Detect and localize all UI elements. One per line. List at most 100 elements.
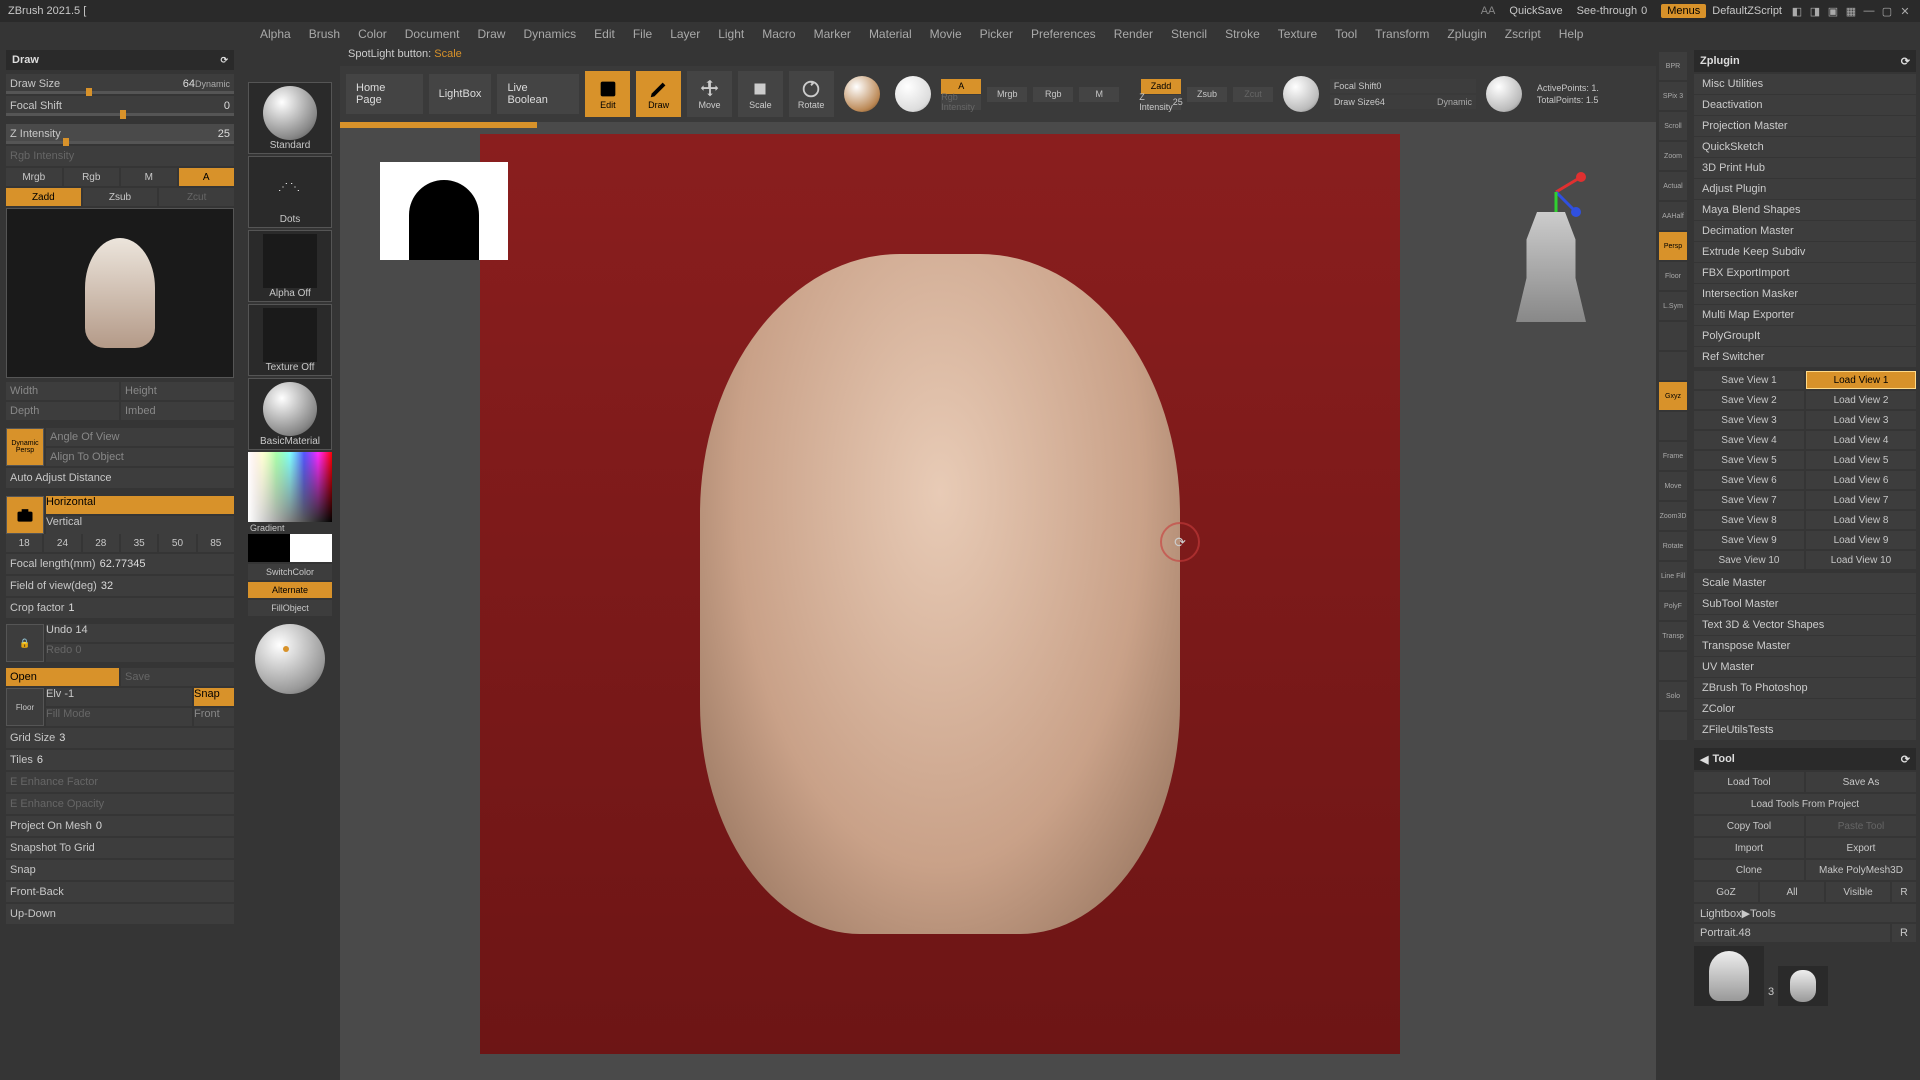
strip-aahalf[interactable]: AAHalf bbox=[1659, 202, 1687, 230]
alpha-selector[interactable]: Alpha Off bbox=[248, 230, 332, 302]
snap-btn[interactable]: Snap bbox=[194, 688, 234, 706]
strip-rotate[interactable]: Rotate bbox=[1659, 532, 1687, 560]
close-icon[interactable]: ✕ bbox=[1898, 4, 1912, 18]
menu-transform[interactable]: Transform bbox=[1375, 27, 1429, 41]
menu-preferences[interactable]: Preferences bbox=[1031, 27, 1096, 41]
lens-50[interactable]: 50 bbox=[159, 534, 195, 552]
focal-draw-sliders[interactable]: Focal Shift 0 Draw Size 64Dynamic bbox=[1330, 71, 1476, 117]
brush-selector[interactable]: Standard bbox=[248, 82, 332, 154]
strip-move[interactable]: Move bbox=[1659, 472, 1687, 500]
load-tool[interactable]: Load Tool bbox=[1694, 772, 1804, 792]
draw-size-slider[interactable]: Draw Size64Dynamic bbox=[6, 74, 234, 94]
strip-spix-3[interactable]: SPix 3 bbox=[1659, 82, 1687, 110]
strip-btn22[interactable] bbox=[1659, 712, 1687, 740]
rgb-button[interactable]: Rgb bbox=[64, 168, 120, 186]
zplugin-decimation-master[interactable]: Decimation Master bbox=[1694, 221, 1916, 241]
angle-of-view[interactable]: Angle Of View bbox=[46, 428, 234, 446]
save-view-7[interactable]: Save View 7 bbox=[1694, 491, 1804, 509]
dynamic-persp-button[interactable]: DynamicPersp bbox=[6, 428, 44, 466]
undo-button[interactable]: Undo 14 bbox=[46, 624, 234, 642]
save-view-10[interactable]: Save View 10 bbox=[1694, 551, 1804, 569]
floor-icon[interactable]: Floor bbox=[6, 688, 44, 726]
strip-persp[interactable]: Persp bbox=[1659, 232, 1687, 260]
zplugin-quicksketch[interactable]: QuickSketch bbox=[1694, 137, 1916, 157]
enhance-opacity[interactable]: E Enhance Opacity bbox=[6, 794, 234, 814]
zcut-toggle[interactable]: Zcut bbox=[1233, 87, 1273, 102]
save-view-9[interactable]: Save View 9 bbox=[1694, 531, 1804, 549]
save-as[interactable]: Save As bbox=[1806, 772, 1916, 792]
strip-line-fill[interactable]: Line Fill bbox=[1659, 562, 1687, 590]
zplugin-zcolor[interactable]: ZColor bbox=[1694, 699, 1916, 719]
load-view-10[interactable]: Load View 10 bbox=[1806, 551, 1916, 569]
strip-actual[interactable]: Actual bbox=[1659, 172, 1687, 200]
zint-mini[interactable]: Z Intensity 25 bbox=[1141, 95, 1181, 110]
save-view-1[interactable]: Save View 1 bbox=[1694, 371, 1804, 389]
lens-18[interactable]: 18 bbox=[6, 534, 42, 552]
size-preview[interactable] bbox=[1482, 71, 1527, 117]
refresh-icon[interactable]: ⟳ bbox=[1901, 753, 1910, 766]
aa-toggle[interactable]: AA bbox=[1481, 5, 1496, 17]
menu-marker[interactable]: Marker bbox=[814, 27, 851, 41]
lens-28[interactable]: 28 bbox=[83, 534, 119, 552]
zplugin-misc-utilities[interactable]: Misc Utilities bbox=[1694, 74, 1916, 94]
zplugin-3d-print-hub[interactable]: 3D Print Hub bbox=[1694, 158, 1916, 178]
rgb-toggle[interactable]: Rgb bbox=[1033, 87, 1073, 102]
save-view-6[interactable]: Save View 6 bbox=[1694, 471, 1804, 489]
snap-row[interactable]: Snap bbox=[6, 860, 234, 880]
zplugin-text-3d-&-vector-shapes[interactable]: Text 3D & Vector Shapes bbox=[1694, 615, 1916, 635]
alternate-button[interactable]: Alternate bbox=[248, 582, 332, 598]
camera-icon[interactable] bbox=[6, 496, 44, 534]
zplugin-projection-master[interactable]: Projection Master bbox=[1694, 116, 1916, 136]
strip-scroll[interactable]: Scroll bbox=[1659, 112, 1687, 140]
rotate-mode-icon[interactable]: Rotate bbox=[789, 71, 834, 117]
strip-solo[interactable]: Solo bbox=[1659, 682, 1687, 710]
mrgb-button[interactable]: Mrgb bbox=[6, 168, 62, 186]
menu-draw[interactable]: Draw bbox=[477, 27, 505, 41]
load-tools-from-project[interactable]: Load Tools From Project bbox=[1694, 794, 1916, 814]
zsub-toggle[interactable]: Zsub bbox=[1187, 87, 1227, 102]
m-toggle[interactable]: M bbox=[1079, 87, 1119, 102]
lightbox-button[interactable]: LightBox bbox=[429, 74, 492, 114]
mini-silhouette[interactable] bbox=[1516, 212, 1586, 322]
menu-alpha[interactable]: Alpha bbox=[260, 27, 291, 41]
menu-help[interactable]: Help bbox=[1559, 27, 1584, 41]
depth-field[interactable]: Depth bbox=[6, 402, 119, 420]
z-intensity-slider[interactable]: Z Intensity25 bbox=[6, 124, 234, 144]
lens-35[interactable]: 35 bbox=[121, 534, 157, 552]
icon-a[interactable]: ◧ bbox=[1790, 4, 1804, 18]
load-view-9[interactable]: Load View 9 bbox=[1806, 531, 1916, 549]
strip-zoom3d[interactable]: Zoom3D bbox=[1659, 502, 1687, 530]
fillobject-button[interactable]: FillObject bbox=[248, 600, 332, 616]
zadd-button[interactable]: Zadd bbox=[6, 188, 81, 206]
height-field[interactable]: Height bbox=[121, 382, 234, 400]
strip-transp[interactable]: Transp bbox=[1659, 622, 1687, 650]
all-button[interactable]: All bbox=[1760, 882, 1824, 902]
rgbint-mini[interactable]: Rgb Intensity bbox=[941, 95, 981, 110]
tool-small-thumb[interactable] bbox=[1778, 966, 1828, 1006]
load-view-4[interactable]: Load View 4 bbox=[1806, 431, 1916, 449]
zplugin-polygroupit[interactable]: PolyGroupIt bbox=[1694, 326, 1916, 346]
menu-light[interactable]: Light bbox=[718, 27, 744, 41]
menu-brush[interactable]: Brush bbox=[309, 27, 340, 41]
width-field[interactable]: Width bbox=[6, 382, 119, 400]
zplugin-zbrush-to-photoshop[interactable]: ZBrush To Photoshop bbox=[1694, 678, 1916, 698]
menu-stroke[interactable]: Stroke bbox=[1225, 27, 1260, 41]
strip-zoom[interactable]: Zoom bbox=[1659, 142, 1687, 170]
lightbox-tools[interactable]: Lightbox▶Tools bbox=[1694, 904, 1916, 922]
save-view-3[interactable]: Save View 3 bbox=[1694, 411, 1804, 429]
front-back[interactable]: Front-Back bbox=[6, 882, 234, 902]
zplugin-zfileutilstests[interactable]: ZFileUtilsTests bbox=[1694, 720, 1916, 740]
zplugin-extrude-keep-subdiv[interactable]: Extrude Keep Subdiv bbox=[1694, 242, 1916, 262]
menu-picker[interactable]: Picker bbox=[980, 27, 1013, 41]
switch-color[interactable]: SwitchColor bbox=[248, 564, 332, 580]
load-view-8[interactable]: Load View 8 bbox=[1806, 511, 1916, 529]
menu-zplugin[interactable]: Zplugin bbox=[1447, 27, 1486, 41]
m-button[interactable]: M bbox=[121, 168, 177, 186]
menu-layer[interactable]: Layer bbox=[670, 27, 700, 41]
auto-adjust-distance[interactable]: Auto Adjust Distance bbox=[6, 468, 234, 488]
strip-polyf[interactable]: PolyF bbox=[1659, 592, 1687, 620]
snapshot-to-grid[interactable]: Snapshot To Grid bbox=[6, 838, 234, 858]
strip-btn12[interactable] bbox=[1659, 412, 1687, 440]
lens-24[interactable]: 24 bbox=[44, 534, 80, 552]
icon-c[interactable]: ▣ bbox=[1826, 4, 1840, 18]
